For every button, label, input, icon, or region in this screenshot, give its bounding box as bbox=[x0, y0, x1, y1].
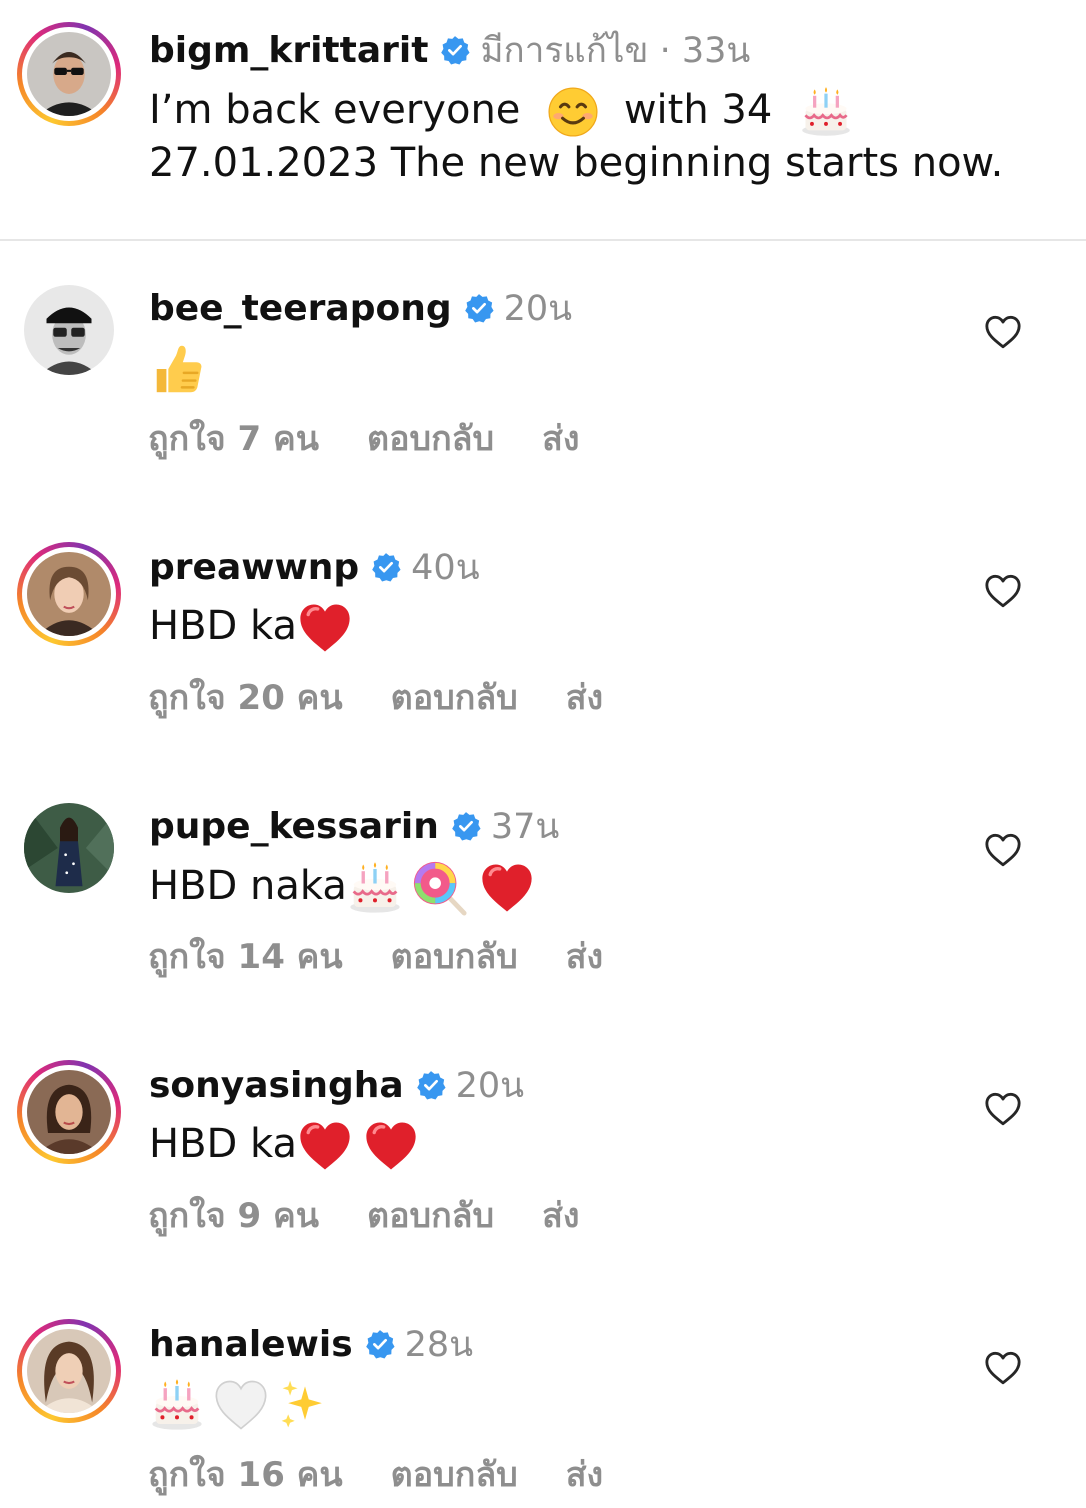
caption-line-1: I’m back everyone with 34 bbox=[149, 84, 853, 139]
likes-count-link[interactable]: ถูกใจ 16 คน bbox=[148, 1447, 343, 1501]
comment-time: 28น bbox=[404, 1324, 474, 1365]
white-heart-emoji-icon bbox=[213, 1377, 269, 1433]
red-heart-emoji-icon bbox=[297, 600, 353, 656]
avatar-photo bbox=[27, 552, 111, 636]
send-button[interactable]: ส่ง bbox=[566, 670, 603, 724]
avatar[interactable] bbox=[17, 278, 121, 382]
send-button[interactable]: ส่ง bbox=[566, 929, 603, 983]
birthday-cake-emoji-icon bbox=[347, 860, 403, 916]
comment-header: sonyasingha 20น bbox=[149, 1061, 524, 1109]
comment-header: hanalewis 28น bbox=[149, 1320, 473, 1368]
avatar[interactable] bbox=[17, 796, 121, 900]
reply-button[interactable]: ตอบกลับ bbox=[367, 1188, 494, 1242]
avatar-photo bbox=[27, 1329, 111, 1413]
comment-time: 20น bbox=[503, 288, 573, 329]
username[interactable]: hanalewis bbox=[149, 1324, 353, 1365]
avatar-photo bbox=[27, 1070, 111, 1154]
send-button[interactable]: ส่ง bbox=[542, 411, 579, 465]
avatar[interactable] bbox=[17, 542, 121, 646]
verified-badge-icon bbox=[371, 552, 401, 582]
comment-actions: ถูกใจ 20 คน ตอบกลับ ส่ง bbox=[148, 673, 603, 721]
red-heart-emoji-icon bbox=[479, 860, 535, 916]
verified-badge-icon bbox=[451, 811, 481, 841]
send-button[interactable]: ส่ง bbox=[566, 1447, 603, 1501]
verified-badge-icon bbox=[440, 35, 470, 65]
red-heart-emoji-icon bbox=[297, 1118, 353, 1174]
comment-header: pupe_kessarin 37น bbox=[149, 802, 559, 850]
comment-actions: ถูกใจ 16 คน ตอบกลับ ส่ง bbox=[148, 1450, 603, 1498]
like-heart-outline-icon[interactable] bbox=[984, 1090, 1022, 1128]
avatar[interactable] bbox=[17, 1060, 121, 1164]
avatar-photo bbox=[27, 32, 111, 116]
avatar[interactable] bbox=[17, 1319, 121, 1423]
birthday-cake-emoji-icon bbox=[799, 85, 853, 139]
likes-count-link[interactable]: ถูกใจ 7 คน bbox=[148, 411, 319, 465]
comment-text-part: HBD ka bbox=[149, 603, 298, 649]
avatar-photo bbox=[24, 285, 114, 375]
username[interactable]: sonyasingha bbox=[149, 1065, 404, 1106]
comment-text: HBD naka bbox=[149, 859, 535, 917]
lollipop-emoji-icon bbox=[411, 859, 469, 917]
send-button[interactable]: ส่ง bbox=[542, 1188, 579, 1242]
likes-count-link[interactable]: ถูกใจ 14 คน bbox=[148, 929, 343, 983]
comment-time: 37น bbox=[490, 806, 560, 847]
like-heart-outline-icon[interactable] bbox=[984, 831, 1022, 869]
comment-actions: ถูกใจ 7 คน ตอบกลับ ส่ง bbox=[148, 414, 579, 462]
thumbs-up-emoji-icon bbox=[149, 340, 207, 398]
avatar[interactable] bbox=[17, 22, 121, 126]
comment-header: bee_teerapong 20น bbox=[149, 284, 572, 332]
username[interactable]: bigm_krittarit bbox=[149, 30, 428, 71]
comment-header: preawwnp 40น bbox=[149, 543, 480, 591]
reply-button[interactable]: ตอบกลับ bbox=[391, 1447, 518, 1501]
username[interactable]: bee_teerapong bbox=[149, 288, 452, 329]
verified-badge-icon bbox=[416, 1070, 446, 1100]
comment-text-part: HBD naka bbox=[149, 863, 347, 909]
comment-text-part: HBD ka bbox=[149, 1121, 298, 1167]
verified-badge-icon bbox=[464, 293, 494, 323]
like-heart-outline-icon[interactable] bbox=[984, 1349, 1022, 1387]
comment-text bbox=[149, 1377, 333, 1433]
username[interactable]: preawwnp bbox=[149, 547, 359, 588]
caption-text-part: I’m back everyone bbox=[149, 87, 521, 133]
caption-line-2: 27.01.2023 The new beginning starts now. bbox=[149, 140, 1004, 186]
comment-text: HBD ka bbox=[149, 1118, 419, 1174]
comment-actions: ถูกใจ 9 คน ตอบกลับ ส่ง bbox=[148, 1191, 579, 1239]
like-heart-outline-icon[interactable] bbox=[984, 313, 1022, 351]
red-heart-emoji-icon bbox=[363, 1118, 419, 1174]
sparkles-emoji-icon bbox=[277, 1377, 333, 1433]
comment-time: 40น bbox=[411, 547, 480, 588]
reply-button[interactable]: ตอบกลับ bbox=[391, 929, 518, 983]
comment-text bbox=[149, 340, 207, 398]
reply-button[interactable]: ตอบกลับ bbox=[367, 411, 494, 465]
likes-count-link[interactable]: ถูกใจ 20 คน bbox=[148, 670, 343, 724]
post-caption: bigm_krittarit มีการแก้ไข · 33น I’m back… bbox=[0, 0, 1086, 240]
avatar-photo bbox=[24, 803, 114, 893]
comment-actions: ถูกใจ 14 คน ตอบกลับ ส่ง bbox=[148, 932, 603, 980]
caption-header: bigm_krittarit มีการแก้ไข · 33น bbox=[149, 26, 750, 74]
caption-text-part: with 34 bbox=[623, 87, 773, 133]
comment-text: HBD ka bbox=[149, 600, 353, 656]
like-heart-outline-icon[interactable] bbox=[984, 572, 1022, 610]
reply-button[interactable]: ตอบกลับ bbox=[391, 670, 518, 724]
divider bbox=[0, 239, 1086, 241]
likes-count-link[interactable]: ถูกใจ 9 คน bbox=[148, 1188, 319, 1242]
birthday-cake-emoji-icon bbox=[149, 1377, 205, 1433]
username[interactable]: pupe_kessarin bbox=[149, 806, 439, 847]
verified-badge-icon bbox=[365, 1329, 395, 1359]
edited-timestamp: มีการแก้ไข · 33น bbox=[480, 30, 751, 71]
comment-time: 20น bbox=[455, 1065, 525, 1106]
smiling-face-emoji-icon bbox=[547, 86, 599, 138]
